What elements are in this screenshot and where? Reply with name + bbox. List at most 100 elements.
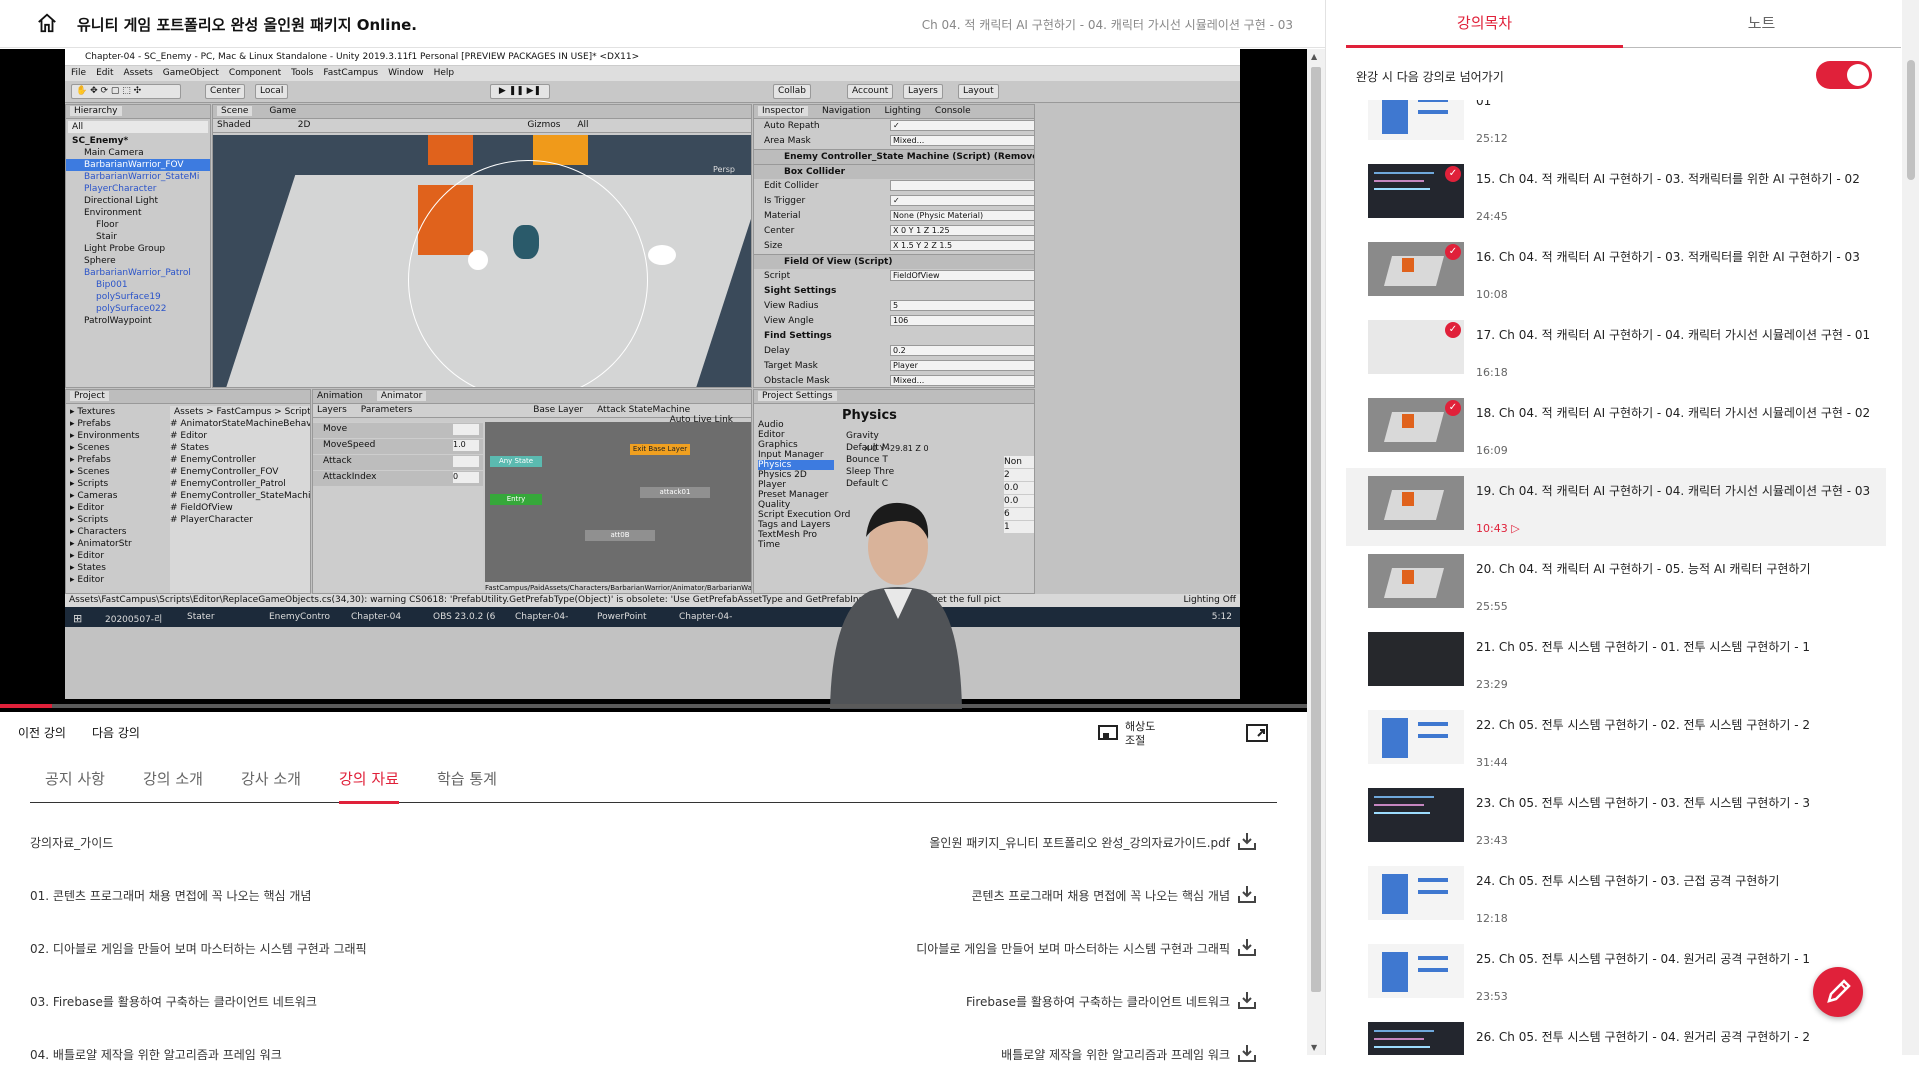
content-tab[interactable]: 강의 자료 [339,768,399,804]
lecture-duration: 16:18 [1476,366,1508,379]
resolution-button[interactable]: 해상도 조절 [1125,720,1155,748]
download-icon[interactable] [1236,830,1258,852]
project-folder: ▸ Cameras [70,491,118,501]
lecture-item[interactable]: ✓ 18. Ch 04. 적 캐릭터 AI 구현하기 - 04. 캐릭터 가시선 … [1346,390,1886,468]
lecture-duration: 23:43 [1476,834,1508,847]
tab-note[interactable]: 노트 [1623,12,1900,33]
lecture-item[interactable]: 21. Ch 05. 전투 시스템 구현하기 - 01. 전투 시스템 구현하기… [1346,624,1886,702]
property-value: X 1.5 Y 2 Z 1.5 [890,240,1034,251]
lecture-item[interactable]: 26. Ch 05. 전투 시스템 구현하기 - 04. 원거리 공격 구현하기… [1346,1014,1886,1055]
property-label: Is Trigger [764,196,806,206]
lecture-item[interactable]: 20. Ch 04. 적 캐릭터 AI 구현하기 - 05. 능적 AI 캐릭터… [1346,546,1886,624]
lecture-thumbnail [1368,944,1464,998]
resource-file-link[interactable]: 디아블로 게임을 만들어 보며 마스터하는 시스템 구현과 그래픽 [916,940,1230,957]
taskbar-item: EnemyContro [269,612,331,622]
resource-row: 강의자료_가이드 올인원 패키지_유니티 포트폴리오 완성_강의자료가이드.pdf [30,826,1270,866]
unity-menu-item: Component [228,68,282,78]
video-player[interactable]: Chapter-04 - SC_Enemy - PC, Mac & Linux … [0,49,1307,712]
lecture-thumbnail: ✓ [1368,398,1464,452]
download-icon[interactable] [1236,936,1258,958]
property-label: Delay [764,346,790,356]
resource-file-link[interactable]: Firebase를 활용하여 구축하는 클라이언트 네트워크 [966,993,1230,1010]
lecture-item[interactable]: 19. Ch 04. 적 캐릭터 AI 구현하기 - 04. 캐릭터 가시선 시… [1346,468,1886,546]
lecture-item[interactable]: ✓ 15. Ch 04. 적 캐릭터 AI 구현하기 - 03. 적캐릭터를 위한… [1346,156,1886,234]
resolution-icon[interactable] [1098,725,1118,743]
property-label: Target Mask [764,361,818,371]
side-scrollbar[interactable] [1902,0,1919,1055]
lecture-item[interactable]: 01 25:12 [1346,100,1886,156]
side-scrollbar-thumb[interactable] [1907,60,1915,180]
scrollbar-thumb[interactable] [1311,67,1321,992]
section-label: Sight Settings [764,286,837,296]
component-header: Field Of View (Script) [754,254,1034,269]
lecture-title: 21. Ch 05. 전투 시스템 구현하기 - 01. 전투 시스템 구현하기… [1476,640,1811,654]
property-value: 5 [890,300,1034,311]
home-icon[interactable] [36,12,58,34]
inspector-property: Is Trigger ✓ [754,194,1034,209]
top-bar: 유니티 게임 포트폴리오 완성 올인원 패키지 Online. Ch 04. 적… [0,0,1325,48]
project-folder: ▸ Prefabs [70,419,111,429]
note-fab-button[interactable] [1813,967,1863,1017]
download-icon[interactable] [1236,883,1258,905]
property-value: X 0 Y 1 Z 1.25 [890,225,1034,236]
hierarchy-item: Bip001 [96,280,128,290]
lecture-title: 16. Ch 04. 적 캐릭터 AI 구현하기 - 03. 적캐릭터를 위한 … [1476,250,1860,264]
content-tab[interactable]: 강의 소개 [143,768,203,801]
lecture-duration: 31:44 [1476,756,1508,769]
lecture-item[interactable]: 23. Ch 05. 전투 시스템 구현하기 - 03. 전투 시스템 구현하기… [1346,780,1886,858]
lecture-thumbnail [1368,866,1464,920]
content-tab[interactable]: 학습 통계 [437,768,497,801]
inspector-tab: Console [934,106,971,116]
project-file: # Editor [170,431,208,441]
lecture-title: 20. Ch 04. 적 캐릭터 AI 구현하기 - 05. 능적 AI 캐릭터… [1476,562,1811,576]
hierarchy-item: Stair [96,232,117,242]
page-scrollbar[interactable]: ▲ ▼ [1307,49,1325,1055]
tab-toc[interactable]: 강의목차 [1346,12,1623,33]
inspector-property: Delay 0.2 [754,344,1034,359]
project-file: # AnimatorStateMachineBehaviou [170,419,311,429]
video-progress-bar[interactable] [0,704,1307,708]
inspector-property: View Radius 5 [754,299,1034,314]
wide-mode-icon[interactable] [1246,724,1268,742]
lighting-status: Lighting Off [1183,595,1236,605]
lecture-item[interactable]: ✓ 17. Ch 04. 적 캐릭터 AI 구현하기 - 04. 캐릭터 가시선 … [1346,312,1886,390]
resource-title: 01. 콘텐츠 프로그래머 채용 면접에 꼭 나오는 핵심 개념 [30,889,312,903]
resource-file-link[interactable]: 올인원 패키지_유니티 포트폴리오 완성_강의자료가이드.pdf [929,834,1230,851]
lecture-title: 24. Ch 05. 전투 시스템 구현하기 - 03. 근접 공격 구현하기 [1476,874,1780,888]
fov-circle [408,160,648,387]
project-folder: ▸ Editor [70,575,105,585]
lecture-duration: 23:29 [1476,678,1508,691]
settings-item: Editor [758,430,785,440]
next-lecture-button[interactable]: 다음 강의 [92,724,140,741]
property-label: Material [764,211,801,221]
player-controls: 이전 강의 다음 강의 해상도 조절 [0,712,1307,758]
hierarchy-item: BarbarianWarrior_FOV [66,159,210,171]
animator-node: attack01 [640,487,710,498]
project-file: # FieldOfView [170,503,233,513]
download-icon[interactable] [1236,1042,1258,1064]
inspector-property: Auto Repath ✓ [754,119,1034,134]
content-tab[interactable]: 공지 사항 [45,768,105,801]
download-icon[interactable] [1236,989,1258,1011]
content-tab[interactable]: 강사 소개 [241,768,301,801]
lecture-item[interactable]: 24. Ch 05. 전투 시스템 구현하기 - 03. 근접 공격 구현하기 1… [1346,858,1886,936]
lecture-item[interactable]: ✓ 16. Ch 04. 적 캐릭터 AI 구현하기 - 03. 적캐릭터를 위한… [1346,234,1886,312]
scene-search: All [577,120,589,130]
lecture-item[interactable]: 22. Ch 05. 전투 시스템 구현하기 - 02. 전투 시스템 구현하기… [1346,702,1886,780]
animator-param: Move [313,423,483,438]
scene-sphere [468,250,488,270]
autoplay-toggle[interactable] [1816,61,1872,89]
resource-file-link[interactable]: 콘텐츠 프로그래머 채용 면접에 꼭 나오는 핵심 개념 [971,887,1230,904]
prev-lecture-button[interactable]: 이전 강의 [18,724,66,741]
lecture-item[interactable]: 25. Ch 05. 전투 시스템 구현하기 - 04. 원거리 공격 구현하기… [1346,936,1886,1014]
property-label: Size [764,241,783,251]
inspector-rows: Auto Repath ✓ Area Mask Mixed... Enemy Contr… [754,119,1034,387]
scroll-up-icon[interactable]: ▲ [1311,52,1317,61]
lecture-title: 17. Ch 04. 적 캐릭터 AI 구현하기 - 04. 캐릭터 가시선 시… [1476,328,1871,342]
settings-field: Gravity [846,431,879,441]
lecture-duration: 16:09 [1476,444,1508,457]
project-folder: ▸ Prefabs [70,455,111,465]
resolution-label-1: 해상도 [1125,720,1156,733]
scroll-down-icon[interactable]: ▼ [1311,1043,1317,1052]
inspector-property: View Angle 106 [754,314,1034,329]
